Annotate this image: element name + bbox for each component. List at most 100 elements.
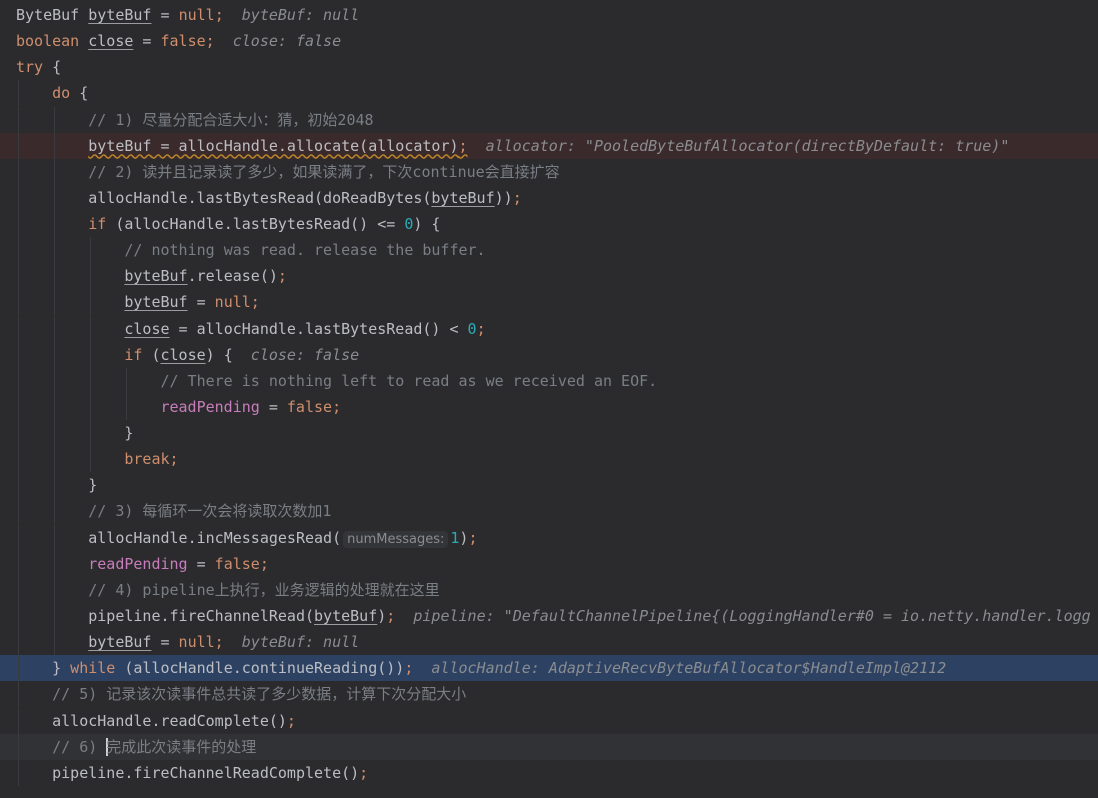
code-line[interactable]: allocHandle.lastBytesRead(doReadBytes(by… <box>0 184 1098 211</box>
code-line[interactable]: allocHandle.incMessagesRead(numMessages:… <box>0 524 1098 551</box>
indent-guide <box>18 707 19 734</box>
code-text: = allocHandle.allocate(allocator) <box>151 136 459 155</box>
code-content: pipeline.fireChannelReadComplete(); <box>52 760 368 786</box>
indent-guide <box>18 263 19 290</box>
code-line[interactable]: try { <box>0 54 1098 80</box>
breakpoint-line[interactable]: byteBuf = allocHandle.allocate(allocator… <box>0 132 1098 159</box>
code-line[interactable]: // 2) 读并且记录读了多少，如果读满了，下次continue会直接扩容 <box>0 158 1098 185</box>
code-text: ) { <box>413 215 441 234</box>
code-text: pipeline.fireChannelRead( <box>88 606 315 625</box>
variable-ref[interactable]: byteBuf <box>431 189 494 207</box>
execution-point-line[interactable]: } while (allocHandle.continueReading());… <box>0 655 1098 682</box>
code-line[interactable]: break; <box>0 446 1098 473</box>
code-editor[interactable]: ByteBuf byteBuf = null; byteBuf: null boo… <box>0 0 1098 798</box>
keyword: null <box>178 633 215 652</box>
code-line[interactable]: } <box>0 472 1098 499</box>
indent-guide <box>54 524 56 551</box>
code-text: = <box>151 633 179 652</box>
inline-debug-value[interactable]: byteBuf: null <box>224 6 359 24</box>
code-line[interactable]: // nothing was read. release the buffer. <box>0 237 1098 264</box>
code-line[interactable]: allocHandle.readComplete(); <box>0 707 1098 734</box>
variable-ref[interactable]: close <box>160 346 205 364</box>
code-line[interactable]: } <box>0 420 1098 447</box>
indent-guide <box>90 446 92 473</box>
code-text: = <box>187 554 215 573</box>
code-line[interactable]: readPending = false; <box>0 393 1098 420</box>
code-line[interactable]: // 5) 记录该次读事件总共读了多少数据，计算下次分配大小 <box>0 681 1098 708</box>
inline-debug-value[interactable]: allocator: "PooledByteBufAllocator(direc… <box>468 137 1010 155</box>
indent-guide <box>18 80 19 107</box>
code-text: .release() <box>187 267 278 286</box>
indent-guide <box>54 211 56 238</box>
code-content: // nothing was read. release the buffer. <box>124 237 485 263</box>
inline-debug-value[interactable]: byteBuf: null <box>224 633 359 651</box>
semicolon: ; <box>458 136 468 155</box>
code-text: = <box>259 397 287 416</box>
code-text: = <box>151 6 179 24</box>
semicolon: ; <box>214 633 224 652</box>
comment: // 2) 读并且记录读了多少，如果读满了，下次continue会直接扩容 <box>88 162 560 181</box>
variable-ref[interactable]: byteBuf <box>314 607 377 625</box>
inline-debug-value[interactable]: pipeline: "DefaultChannelPipeline{(Loggi… <box>395 607 1090 625</box>
code-content: do { <box>52 80 88 106</box>
variable-ref[interactable]: byteBuf <box>88 137 151 155</box>
code-text: } <box>52 659 71 678</box>
comment: // nothing was read. release the buffer. <box>124 241 486 260</box>
indent-guide <box>54 576 56 603</box>
code-line[interactable]: byteBuf.release(); <box>0 263 1098 290</box>
variable-ref[interactable]: close <box>88 32 133 50</box>
inline-debug-value[interactable]: close: false <box>215 32 341 50</box>
indent-guide <box>54 602 56 629</box>
code-text: allocHandle.lastBytesRead(doReadBytes( <box>88 188 432 207</box>
indent-guide <box>54 315 56 342</box>
code-text: { <box>43 58 62 77</box>
semicolon: ; <box>205 32 215 51</box>
code-text: allocHandle.incMessagesRead( <box>88 528 342 547</box>
code-content: // 1) 尽量分配合适大小：猜，初始2048 <box>88 107 373 133</box>
code-line[interactable]: pipeline.fireChannelReadComplete(); <box>0 759 1098 786</box>
code-line[interactable]: // 6) 完成此次读事件的处理 <box>0 733 1098 760</box>
indent-guide <box>18 289 19 316</box>
indent-guide <box>54 184 56 211</box>
variable-ref[interactable]: byteBuf <box>88 6 151 24</box>
comment: // 6) <box>52 737 107 756</box>
indent-guide <box>90 289 92 316</box>
inline-debug-value[interactable]: close: false <box>233 346 359 364</box>
indent-guide <box>54 158 56 185</box>
indent-guide <box>54 550 56 577</box>
semicolon: ; <box>512 188 522 207</box>
code-line[interactable]: readPending = false; <box>0 550 1098 577</box>
code-text: (allocHandle.continueReading()) <box>115 659 405 678</box>
code-line[interactable]: byteBuf = null; <box>0 289 1098 316</box>
code-line[interactable]: boolean close = false; close: false <box>0 28 1098 54</box>
code-line[interactable]: byteBuf = null; byteBuf: null <box>0 629 1098 656</box>
indent-guide <box>18 602 19 629</box>
variable-ref[interactable]: byteBuf <box>88 633 151 651</box>
variable-ref[interactable]: byteBuf <box>124 267 187 285</box>
code-text: (allocHandle.lastBytesRead() <= <box>106 215 405 234</box>
variable-ref[interactable]: close <box>124 320 169 338</box>
code-line[interactable]: pipeline.fireChannelRead(byteBuf); pipel… <box>0 602 1098 629</box>
indent-guide <box>18 106 19 133</box>
indent-guide <box>90 263 92 290</box>
variable-ref[interactable]: byteBuf <box>124 293 187 311</box>
code-content: readPending = false; <box>160 394 341 420</box>
code-line[interactable]: do { <box>0 80 1098 107</box>
code-line[interactable]: ByteBuf byteBuf = null; byteBuf: null <box>0 2 1098 28</box>
indent-guide <box>126 367 128 394</box>
keyword: if <box>88 215 107 234</box>
code-line[interactable]: // 1) 尽量分配合适大小：猜，初始2048 <box>0 106 1098 133</box>
code-text: )) <box>494 188 513 207</box>
keyword: false <box>214 554 260 573</box>
semicolon: ; <box>386 606 396 625</box>
comment: // There is nothing left to read as we r… <box>160 371 658 390</box>
inline-debug-value[interactable]: allocHandle: AdaptiveRecvByteBufAllocato… <box>413 659 946 677</box>
code-content: try { <box>16 54 61 80</box>
code-line[interactable]: if (close) { close: false <box>0 341 1098 368</box>
code-line[interactable]: // 3) 每循环一次会将读取次数加1 <box>0 498 1098 525</box>
code-line[interactable]: // There is nothing left to read as we r… <box>0 367 1098 394</box>
code-line[interactable]: if (allocHandle.lastBytesRead() <= 0) { <box>0 211 1098 238</box>
indent-guide <box>54 289 56 316</box>
code-line[interactable]: // 4) pipeline上执行，业务逻辑的处理就在这里 <box>0 576 1098 603</box>
code-line[interactable]: close = allocHandle.lastBytesRead() < 0; <box>0 315 1098 342</box>
